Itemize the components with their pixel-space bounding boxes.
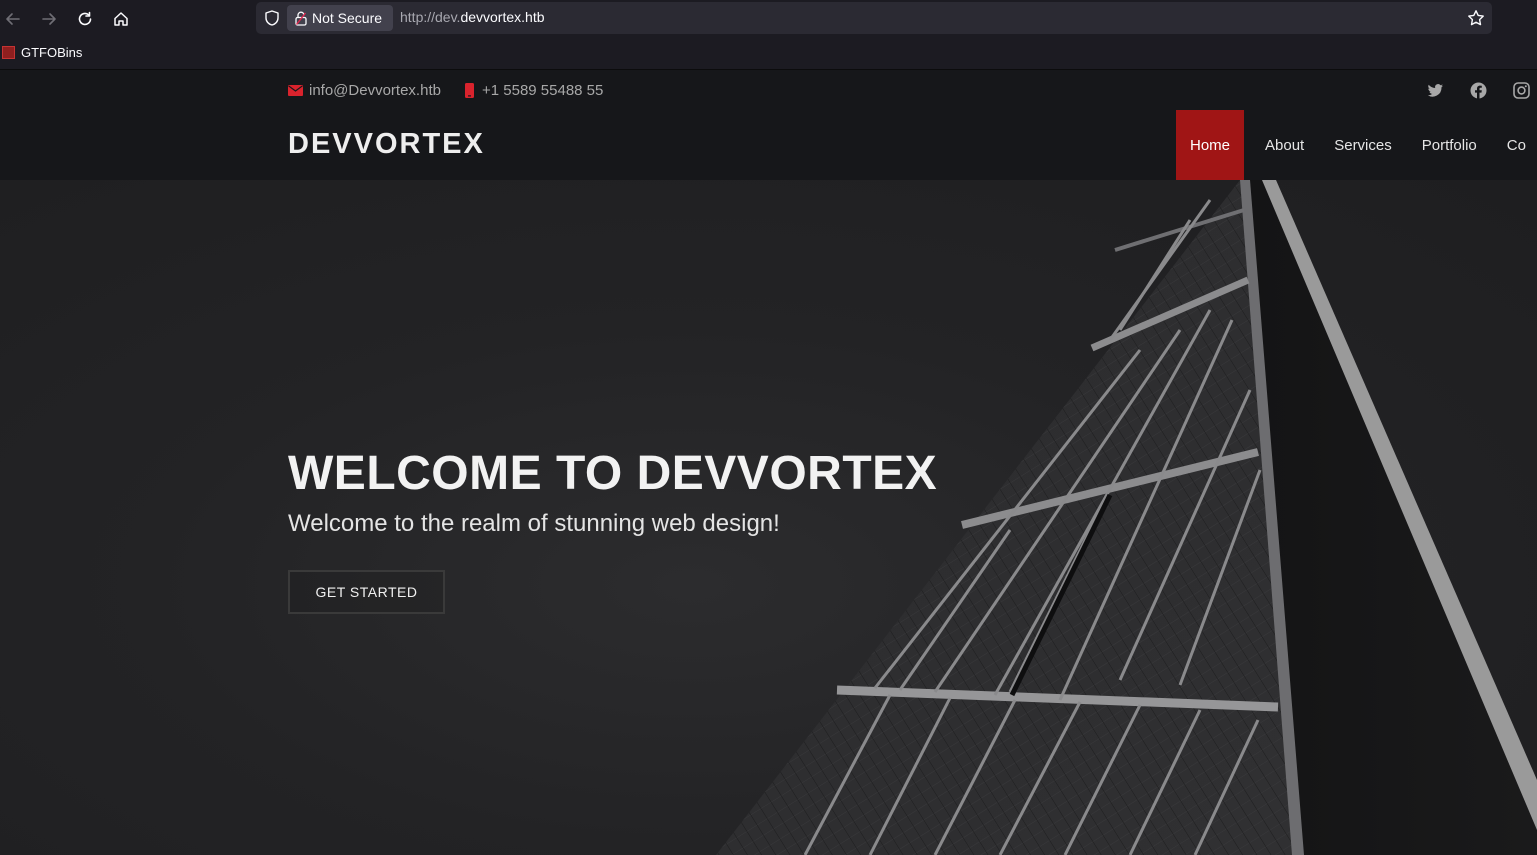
instagram-icon[interactable] xyxy=(1513,82,1530,99)
facebook-icon[interactable] xyxy=(1470,82,1487,99)
contact-phone[interactable]: +1 5589 55488 55 xyxy=(465,82,603,99)
hero-section: WELCOME TO DEVVORTEX Welcome to the real… xyxy=(0,180,1537,855)
bookmark-gtfobins[interactable]: GTFOBins xyxy=(2,45,82,60)
bookmarks-toolbar: GTFOBins xyxy=(0,37,1537,70)
home-icon xyxy=(114,12,128,26)
url-host: devvortex.htb xyxy=(460,9,545,25)
tracking-protection-shield-icon[interactable] xyxy=(263,9,281,27)
browser-toolbar: Not Secure http://dev.devvortex.htb xyxy=(0,0,1537,37)
reload-button[interactable] xyxy=(72,6,98,32)
contact-phone-text: +1 5589 55488 55 xyxy=(482,82,604,99)
contact-email-text: info@Devvortex.htb xyxy=(309,82,441,99)
contact-email[interactable]: info@Devvortex.htb xyxy=(288,82,441,99)
hero-title: WELCOME TO DEVVORTEX xyxy=(288,447,938,500)
forward-button[interactable] xyxy=(36,6,62,32)
site-header: info@Devvortex.htb +1 5589 55488 55 DEVV… xyxy=(0,70,1537,180)
bookmark-label: GTFOBins xyxy=(21,45,83,60)
url-text[interactable]: http://dev.devvortex.htb xyxy=(400,9,545,25)
bookmark-star-icon[interactable] xyxy=(1467,9,1485,27)
phone-icon xyxy=(465,83,474,98)
arrow-right-icon xyxy=(42,13,56,25)
address-bar[interactable]: Not Secure http://dev.devvortex.htb xyxy=(256,2,1492,34)
site-security-indicator[interactable]: Not Secure xyxy=(287,5,393,31)
nav-home[interactable]: Home xyxy=(1176,110,1245,180)
arrow-left-icon xyxy=(6,13,20,25)
not-secure-label: Not Secure xyxy=(312,10,383,26)
reload-icon xyxy=(78,11,92,26)
nav-services[interactable]: Services xyxy=(1319,110,1407,180)
unlocked-padlock-icon xyxy=(295,11,307,26)
url-scheme-prefix: http://dev. xyxy=(400,9,461,25)
twitter-icon[interactable] xyxy=(1427,82,1444,99)
home-button[interactable] xyxy=(108,6,134,32)
gtfobins-favicon-icon xyxy=(2,46,15,59)
nav-about[interactable]: About xyxy=(1250,110,1319,180)
envelope-icon xyxy=(288,85,303,96)
main-navigation: Home About Services Portfolio Co xyxy=(1176,110,1526,180)
back-button[interactable] xyxy=(0,6,26,32)
nav-contact[interactable]: Co xyxy=(1492,110,1526,180)
nav-portfolio[interactable]: Portfolio xyxy=(1407,110,1492,180)
get-started-button[interactable]: GET STARTED xyxy=(288,570,445,614)
hero-subtitle: Welcome to the realm of stunning web des… xyxy=(288,510,780,537)
site-logo[interactable]: DEVVORTEX xyxy=(288,128,485,161)
